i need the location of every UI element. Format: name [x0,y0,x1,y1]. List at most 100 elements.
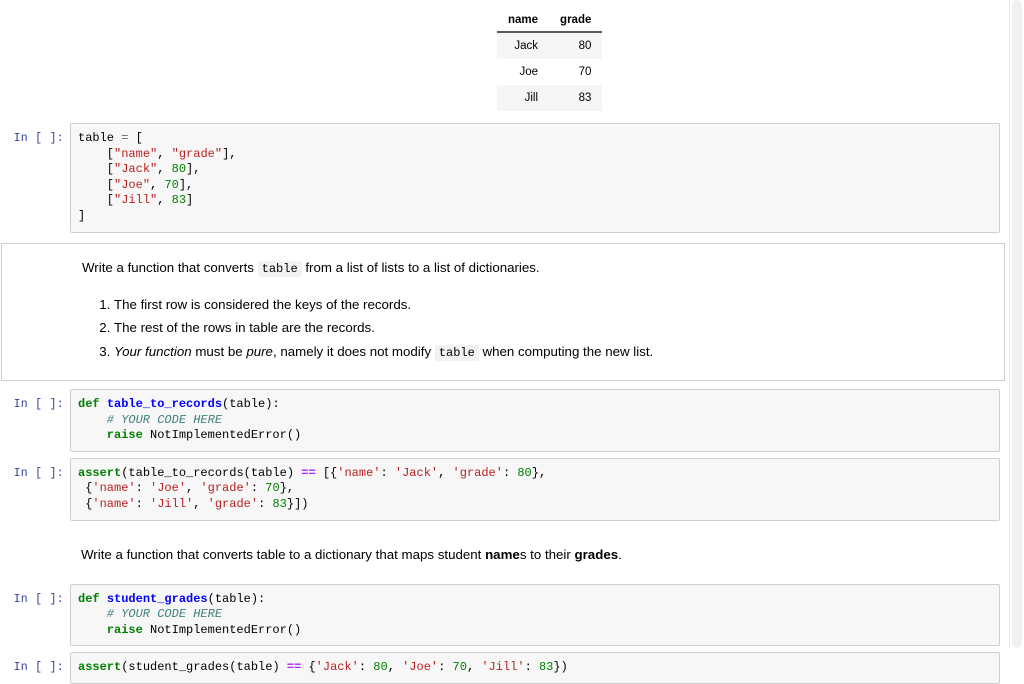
code-token: == [301,465,316,480]
code-token: 'grade' [200,481,251,496]
cell-grade: 80 [549,32,603,59]
cell-name: Jack [497,32,550,59]
vertical-scrollbar[interactable] [1009,0,1024,648]
code-token: # YOUR CODE HERE [78,412,223,427]
code-token: , [186,481,201,496]
code-token: "Jill" [114,193,158,208]
table-body: Jack 80 Joe 70 Jill 83 [497,32,603,111]
code-token: 'Jack' [315,660,359,675]
code-token: 70 [164,177,179,192]
text-strong: grades [574,546,619,562]
table-row: Jill 83 [497,85,603,111]
cell-prompt: In [ ]: [13,398,64,412]
code-editor[interactable]: def table_to_records(table): # YOUR CODE… [70,389,1000,452]
cell-output-area: name grade Jack 80 Joe 70 Jill 83 [0,0,1010,111]
code-token: 'Jack' [394,465,439,480]
text-fragment: must be [191,343,247,359]
code-token: 'name' [337,465,381,480]
code-token: ], [178,177,194,192]
text-strong: name [485,546,520,562]
code-token: : [250,481,266,496]
code-token: : [438,660,453,675]
code-token: raise [78,622,143,637]
text-fragment: Write a function that converts [82,259,258,275]
markdown-paragraph: Write a function that converts table fro… [82,258,988,279]
code-token: "Jack" [114,162,158,177]
notebook-cell-markdown-instructions[interactable]: Write a function that converts table fro… [1,242,1005,382]
markdown-paragraph: Write a function that converts table to … [81,545,989,564]
text-fragment: . [618,546,622,562]
column-header-grade: grade [549,11,603,33]
code-editor[interactable]: table = [ ["name", "grade"], ["Jack", 80… [70,123,1000,233]
code-token: [ [78,177,115,192]
code-editor[interactable]: def student_grades(table): # YOUR CODE H… [70,583,1000,647]
code-editor[interactable]: assert(student_grades(table) == {'Jack':… [70,652,1000,684]
code-token: 83 [171,193,187,208]
code-text: table = [ ["name", "grade"], ["Jack", 80… [78,131,991,225]
code-token: ] [186,193,194,208]
code-token: : [380,465,395,480]
code-token: 83 [538,660,554,675]
code-token: [ [78,146,115,161]
code-token: NotImplementedError() [142,622,302,637]
code-token: }]) [286,497,309,512]
code-token: (table): [207,591,266,606]
code-token: [{ [315,465,338,480]
code-token: 70 [265,481,280,496]
code-token: (table_to_records(table) [121,465,302,480]
code-token: 80 [171,162,187,177]
notebook-cell-code-student-grades[interactable]: In [ ]: def student_grades(table): # YOU… [0,583,1000,647]
code-text: def student_grades(table): # YOUR CODE H… [78,592,991,639]
notebook-cell-code-table-to-records[interactable]: In [ ]: def table_to_records(table): # Y… [0,389,1000,452]
notebook-container: name grade Jack 80 Joe 70 Jill 83 In []… [0,0,1010,684]
code-token: ], [222,146,237,161]
code-token: 80 [373,660,388,675]
cell-grade: 83 [549,85,603,111]
text-fragment: when computing the new list. [478,343,654,359]
code-token: 'Jill' [150,497,194,512]
list-item: Your function must be pure, namely it do… [114,342,988,363]
list-item: The rest of the rows in table are the re… [114,318,988,338]
inline-code-table: table [257,260,302,277]
code-token: def [78,397,100,412]
scrollbar-thumb[interactable] [1012,0,1022,648]
code-token: (student_grades(table) [121,660,287,675]
table-header-row: name grade [497,11,603,33]
notebook-cell-code-table-definition[interactable]: In [ ]: table = [ ["name", "grade"], ["J… [0,123,1000,233]
text-fragment: , namely it does not modify [272,343,435,359]
code-token: [ [78,162,115,177]
code-token: }) [553,660,568,675]
code-token: assert [78,465,122,480]
code-token: [ [78,193,115,208]
code-text: assert(table_to_records(table) == [{'nam… [78,466,991,513]
code-token: (table): [222,397,280,412]
markdown-body: Write a function that converts table fro… [2,244,1004,381]
text-fragment: Write a function that converts table to … [81,546,486,562]
code-token: [ [128,131,143,145]
notebook-cell-code-assert-records[interactable]: In [ ]: assert(table_to_records(table) =… [0,457,1000,521]
code-token: table_to_records [106,397,223,412]
code-token: , [157,193,172,208]
code-token: NotImplementedError() [142,428,302,443]
code-token: , [438,465,453,480]
code-token: 70 [452,660,467,675]
code-token: , [157,162,172,177]
code-token: assert [78,660,122,675]
text-fragment: s to their [519,546,575,562]
notebook-cell-markdown-second-task[interactable]: Write a function that converts table to … [1,530,1005,578]
code-token: }, [531,465,547,480]
text-emphasis: Your function [114,343,192,359]
code-token: def [78,591,100,606]
text-fragment: from a list of lists to a list of dictio… [301,259,540,275]
column-header-name: name [497,11,550,33]
code-editor[interactable]: assert(table_to_records(table) == [{'nam… [70,457,1000,521]
code-token: : [258,497,273,512]
cell-prompt: In [ ]: [13,132,64,145]
code-token: : [358,660,374,675]
notebook-cell-code-assert-grades[interactable]: In [ ]: assert(student_grades(table) == … [0,652,1000,684]
code-token: : [502,465,518,480]
code-token: "grade" [171,146,223,161]
code-token: { [78,481,93,496]
code-token: # YOUR CODE HERE [78,607,223,622]
code-token: , [466,660,482,675]
